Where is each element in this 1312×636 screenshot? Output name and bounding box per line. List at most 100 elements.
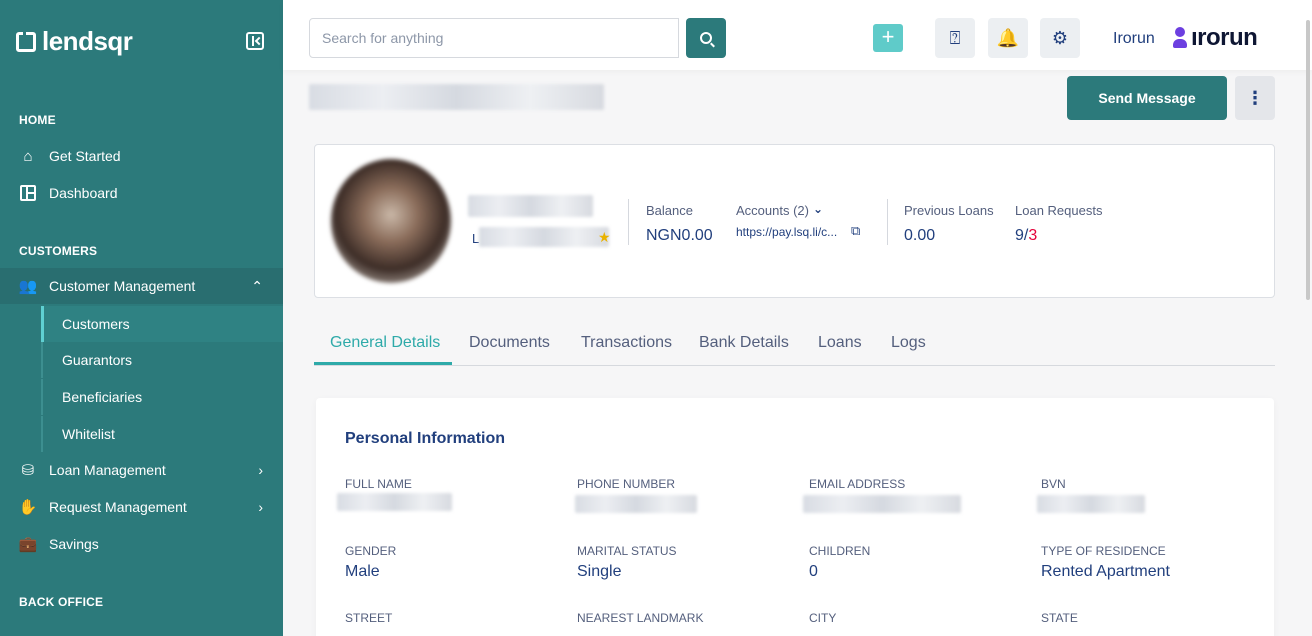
sidebar-item-label: Whitelist (62, 426, 115, 442)
home-icon: ⌂ (23, 147, 33, 165)
type-of-residence-value: Rented Apartment (1041, 563, 1170, 580)
org-brand-name: ırorun (1191, 24, 1258, 51)
tab-general-details[interactable]: General Details (330, 334, 440, 352)
sidebar-item-label: Request Management (49, 499, 187, 515)
kebab-menu-icon: ⋮ (1246, 87, 1264, 108)
more-options-button[interactable]: ⋮ (1235, 76, 1275, 120)
org-logo: ırorun (1173, 24, 1258, 52)
nearest-landmark-label: NEAREST LANDMARK (577, 611, 704, 625)
help-icon: ⍰ (949, 27, 961, 48)
help-button[interactable]: ⍰ (935, 18, 975, 58)
search-icon (700, 32, 712, 44)
chevron-right-icon: › (258, 499, 263, 515)
full-name-redacted (337, 493, 452, 511)
accounts-label[interactable]: Accounts (2) (736, 203, 809, 218)
add-button[interactable]: + (873, 24, 903, 52)
section-title-back-office: BACK OFFICE (19, 595, 104, 609)
loan-requests-label: Loan Requests (1015, 203, 1103, 218)
email-address-redacted (803, 495, 961, 513)
send-message-button[interactable]: Send Message (1067, 76, 1227, 120)
bell-icon: 🔔 (996, 27, 1020, 48)
sidebar-item-label: Customers (62, 316, 130, 332)
sidebar-item-beneficiaries[interactable]: Beneficiaries (41, 379, 283, 415)
chevron-up-icon: ⌃ (251, 277, 263, 294)
bvn-label: BVN (1041, 477, 1066, 491)
gear-icon: ⚙ (1051, 27, 1069, 48)
section-title-customers: CUSTOMERS (19, 244, 98, 258)
personal-information-panel: Personal Information FULL NAME PHONE NUM… (316, 398, 1274, 636)
user-name[interactable]: Irorun (1113, 30, 1155, 48)
sidebar-item-request-management[interactable]: ✋ Request Management › (0, 489, 283, 525)
full-name-label: FULL NAME (345, 477, 412, 491)
search-button[interactable] (686, 18, 726, 58)
collapse-sidebar-icon[interactable] (246, 32, 264, 50)
sidebar-item-loan-management[interactable]: ⛁ Loan Management › (0, 452, 283, 488)
section-title-home: HOME (19, 113, 56, 127)
section-heading: Personal Information (345, 430, 506, 447)
gender-label: GENDER (345, 544, 397, 558)
tab-bank-details[interactable]: Bank Details (699, 334, 789, 352)
loan-icon: ⛁ (21, 462, 35, 479)
active-tab-indicator (314, 362, 452, 365)
tier-redacted (479, 227, 609, 247)
sidebar-item-label: Guarantors (62, 352, 133, 368)
org-logo-icon (1173, 27, 1187, 49)
request-icon: ✋ (18, 499, 38, 516)
children-label: CHILDREN (809, 544, 871, 558)
bvn-redacted (1037, 495, 1145, 513)
settings-button[interactable]: ⚙ (1040, 18, 1080, 58)
customer-name-redacted (468, 195, 593, 217)
type-of-residence-label: TYPE OF RESIDENCE (1041, 544, 1166, 558)
avatar (331, 159, 451, 283)
search-input[interactable] (309, 18, 679, 58)
chevron-down-icon[interactable]: ⌄ (813, 202, 823, 216)
star-icon: ★ (598, 229, 611, 245)
detail-tabs: General Details Documents Transactions B… (314, 324, 1275, 366)
balance-value: NGN0.00 (646, 227, 713, 244)
page-scrollbar[interactable] (1306, 20, 1310, 300)
sidebar-item-get-started[interactable]: ⌂ Get Started (0, 138, 283, 174)
loan-requests-alt: 3 (1028, 227, 1038, 244)
sidebar-item-guarantors[interactable]: Guarantors (41, 342, 283, 378)
tab-loans[interactable]: Loans (818, 334, 862, 352)
briefcase-icon: 💼 (18, 536, 38, 553)
customer-name-redacted (309, 84, 604, 110)
copy-icon[interactable]: ⧉ (851, 223, 860, 239)
sidebar-item-savings[interactable]: 💼 Savings (0, 526, 283, 562)
balance-label: Balance (646, 203, 693, 218)
marital-status-label: MARITAL STATUS (577, 544, 677, 558)
sidebar-item-customer-management[interactable]: 👥 Customer Management ⌃ (0, 268, 283, 304)
lendsqr-logo[interactable]: lendsqr (16, 26, 133, 57)
loan-requests-main: 9/ (1015, 227, 1029, 244)
tab-documents[interactable]: Documents (469, 334, 550, 352)
notifications-button[interactable]: 🔔 (988, 18, 1028, 58)
city-label: CITY (809, 611, 837, 625)
sidebar-item-dashboard[interactable]: Dashboard (0, 175, 283, 211)
tab-logs[interactable]: Logs (891, 334, 926, 352)
email-address-label: EMAIL ADDRESS (809, 477, 906, 491)
gender-value: Male (345, 563, 380, 580)
sidebar-item-whitelist[interactable]: Whitelist (41, 416, 283, 452)
phone-number-redacted (575, 495, 697, 513)
users-icon: 👥 (18, 278, 38, 295)
sidebar-item-customers[interactable]: Customers (41, 306, 283, 342)
loan-requests-value: 9/3 (1015, 227, 1037, 245)
sidebar-item-label: Dashboard (49, 185, 118, 201)
chevron-right-icon: › (258, 462, 263, 478)
topbar: + ⍰ 🔔 ⚙ Irorun ırorun (283, 0, 1312, 70)
sidebar-item-label: Savings (49, 536, 99, 552)
sidebar-item-label: Get Started (49, 148, 121, 164)
previous-loans-value: 0.00 (904, 227, 936, 244)
children-value: 0 (809, 563, 818, 580)
account-link[interactable]: https://pay.lsq.li/c... (736, 225, 837, 239)
dashboard-icon (19, 184, 37, 202)
sidebar-item-label: Beneficiaries (62, 389, 143, 405)
divider (628, 199, 629, 245)
brand-name: lendsqr (42, 26, 133, 56)
street-label: STREET (345, 611, 393, 625)
divider (887, 199, 888, 245)
tab-transactions[interactable]: Transactions (581, 334, 672, 352)
phone-number-label: PHONE NUMBER (577, 477, 676, 491)
sidebar-item-label: Customer Management (49, 278, 196, 294)
lendsqr-logo-icon (16, 31, 36, 52)
